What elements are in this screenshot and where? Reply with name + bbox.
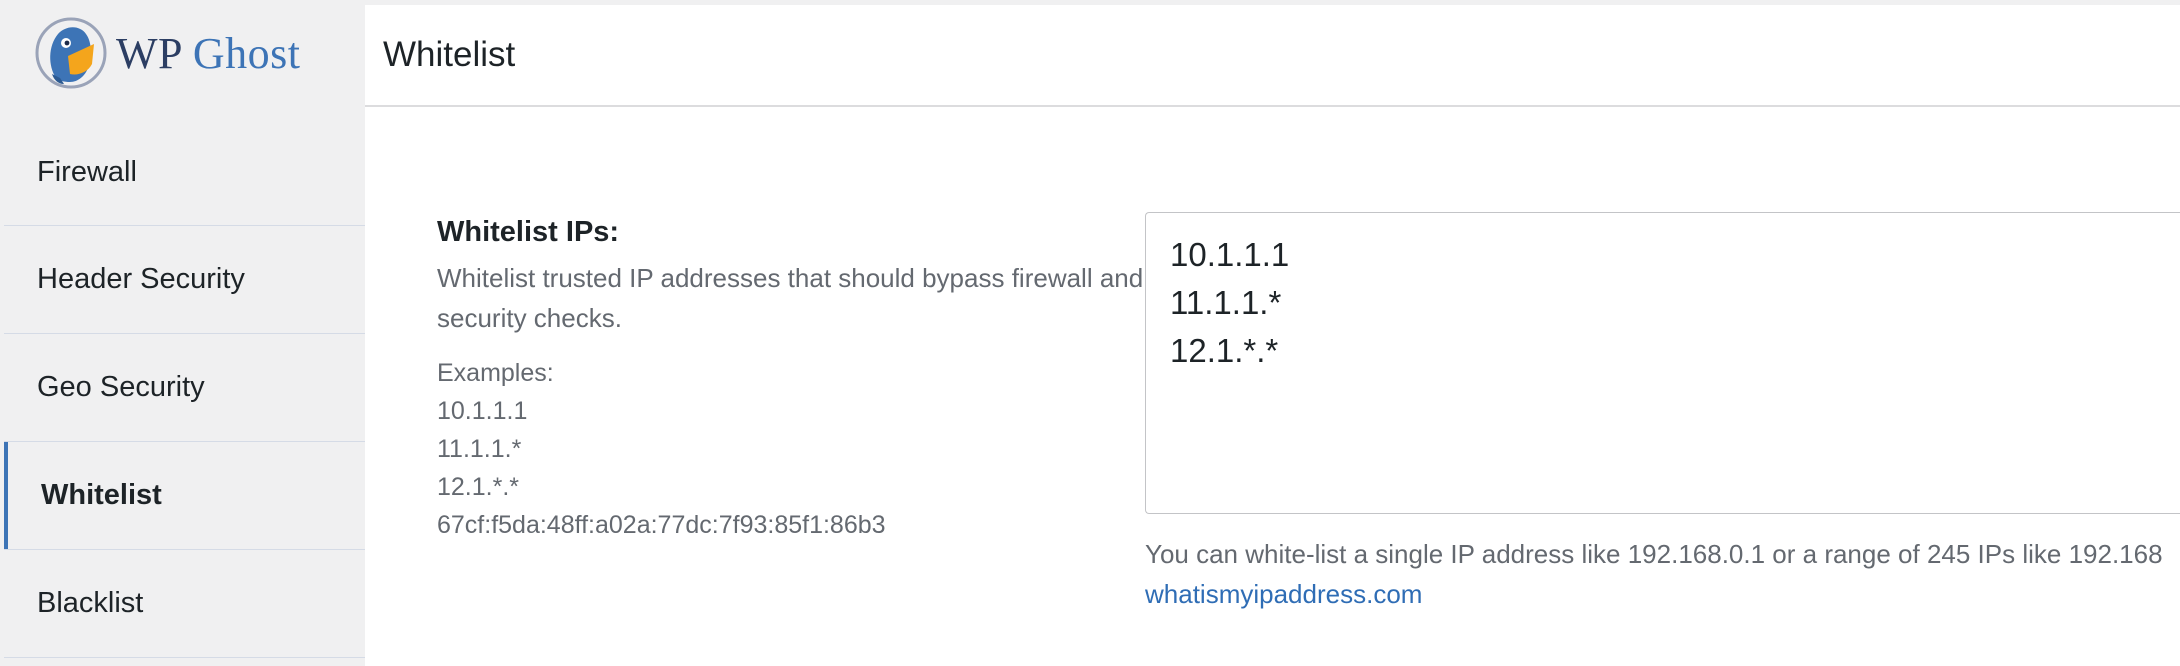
sidebar-item-label: Firewall xyxy=(37,156,137,188)
whitelist-help: You can white-list a single IP address l… xyxy=(1145,534,2180,614)
page-title: Whitelist xyxy=(365,5,2180,107)
sidebar-item-geo-security[interactable]: Geo Security xyxy=(4,334,365,442)
whitelist-ips-label: Whitelist IPs: xyxy=(437,216,620,248)
whitelist-ips-description: Whitelist trusted IP addresses that shou… xyxy=(437,263,1144,333)
example-ip: 12.1.*.* xyxy=(437,473,520,501)
example-ip: 67cf:f5da:48ff:a02a:77dc:7f93:85f1:86b3 xyxy=(437,511,886,539)
sidebar-menu: Firewall Header Security Geo Security Wh… xyxy=(4,120,365,658)
brand-ghost: Ghost xyxy=(192,28,301,78)
sidebar-item-blacklist[interactable]: Blacklist xyxy=(4,550,365,658)
ghost-logo-icon xyxy=(35,17,107,89)
sidebar: WP Ghost Firewall Header Security Geo Se… xyxy=(0,0,365,666)
brand-wp: WP xyxy=(116,28,182,78)
sidebar-item-whitelist[interactable]: Whitelist xyxy=(4,442,365,550)
textarea-line: 12.1.*.* xyxy=(1170,332,1279,369)
sidebar-item-label: Blacklist xyxy=(37,587,144,619)
textarea-line: 11.1.1.* xyxy=(1170,284,1282,321)
examples-title: Examples: xyxy=(437,359,554,387)
sidebar-item-header-security[interactable]: Header Security xyxy=(4,226,365,334)
example-ip: 11.1.1.* xyxy=(437,435,522,463)
sidebar-item-label: Header Security xyxy=(37,263,245,295)
main-panel: Whitelist Whitelist IPs: Whitelist trust… xyxy=(365,5,2180,666)
examples-block: Examples: 10.1.1.1 11.1.1.* 12.1.*.* 67c… xyxy=(437,354,886,544)
brand-logo[interactable]: WP Ghost xyxy=(34,16,334,90)
whatismyipaddress-link[interactable]: whatismyipaddress.com xyxy=(1145,574,2180,614)
sidebar-item-label: Geo Security xyxy=(37,371,205,403)
sidebar-item-label: Whitelist xyxy=(41,479,162,511)
textarea-line: 10.1.1.1 xyxy=(1170,236,1290,273)
whitelist-ips-textarea[interactable]: 10.1.1.1 11.1.1.* 12.1.*.* xyxy=(1145,212,2180,514)
brand-name: WP Ghost xyxy=(116,28,301,79)
help-text: You can white-list a single IP address l… xyxy=(1145,539,2163,569)
sidebar-item-firewall[interactable]: Firewall xyxy=(4,120,365,226)
example-ip: 10.1.1.1 xyxy=(437,397,528,425)
